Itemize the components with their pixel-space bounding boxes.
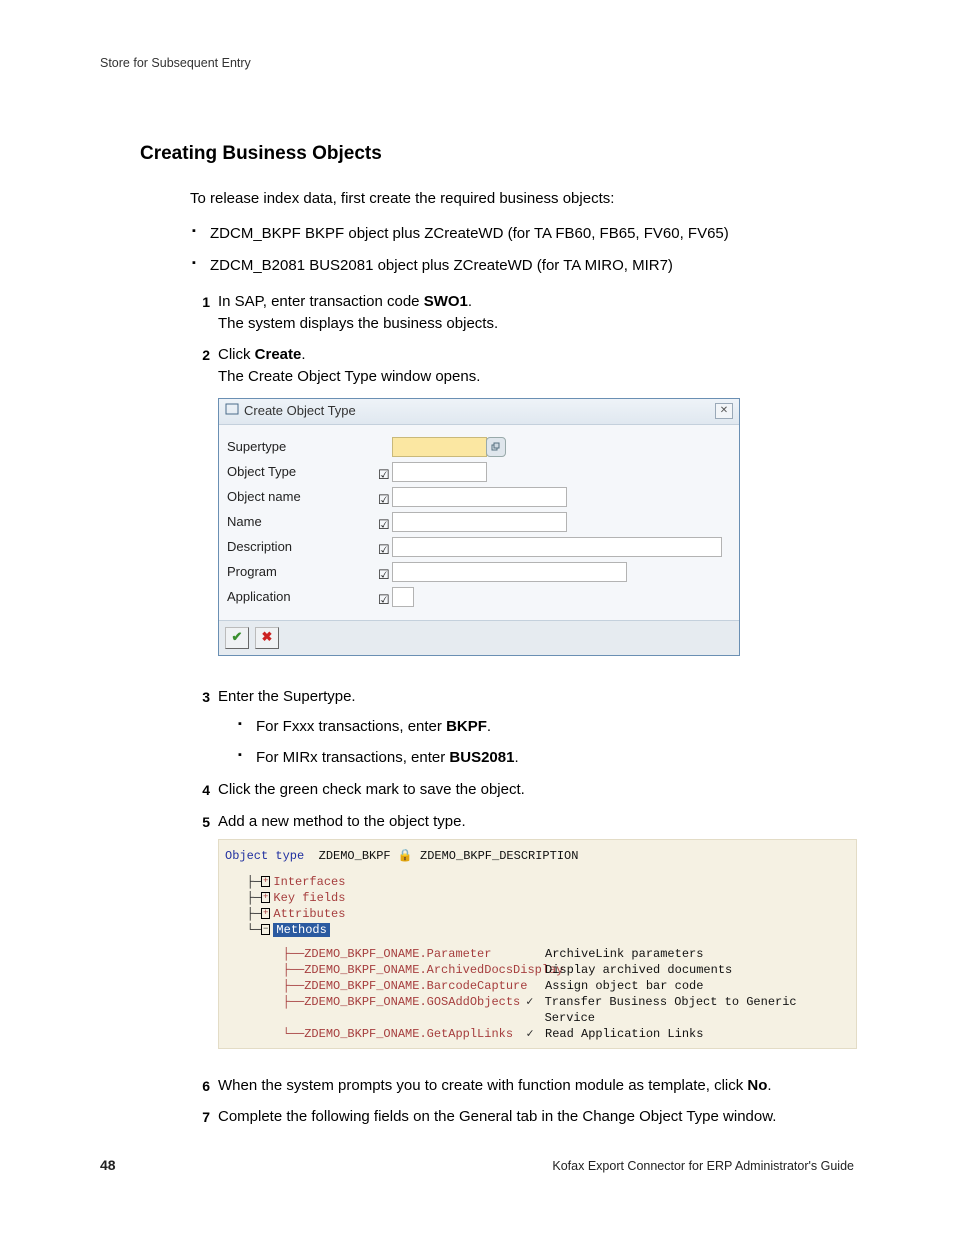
- label-object-type: Object Type: [227, 463, 392, 482]
- step-text: The Create Object Type window opens.: [218, 368, 480, 385]
- required-indicator-icon: ☑: [378, 516, 390, 535]
- page-footer: 48 Kofax Export Connector for ERP Admini…: [100, 1157, 854, 1173]
- method-row[interactable]: └──ZDEMO_BKPF_ONAME.GetApplLinks✓Read Ap…: [225, 1026, 850, 1042]
- input-program[interactable]: [392, 562, 627, 582]
- input-application[interactable]: [392, 587, 414, 607]
- step-6: 6 When the system prompts you to create …: [190, 1075, 854, 1097]
- business-object-builder: Object type ZDEMO_BKPF 🔒 ZDEMO_BKPF_DESC…: [218, 839, 857, 1049]
- label-supertype: Supertype: [227, 438, 392, 457]
- intro-paragraph: To release index data, first create the …: [190, 188, 854, 210]
- list-item: ZDCM_BKPF BKPF object plus ZCreateWD (fo…: [190, 223, 854, 245]
- page-number: 48: [100, 1157, 116, 1173]
- tree-node-keyfields[interactable]: ├─+Key fields: [225, 890, 850, 906]
- input-description[interactable]: [392, 537, 722, 557]
- step-number: 1: [190, 292, 210, 312]
- step-number: 3: [190, 687, 210, 707]
- input-object-type[interactable]: [392, 462, 487, 482]
- step-4: 4 Click the green check mark to save the…: [190, 779, 854, 801]
- tree-node-interfaces[interactable]: ├─+Interfaces: [225, 874, 850, 890]
- step-7: 7 Complete the following fields on the G…: [190, 1106, 854, 1128]
- step-text: Click the green check mark to save the o…: [218, 781, 525, 798]
- dialog-icon: [225, 402, 239, 421]
- input-object-name[interactable]: [392, 487, 567, 507]
- footer-doc-title: Kofax Export Connector for ERP Administr…: [552, 1159, 854, 1173]
- input-name[interactable]: [392, 512, 567, 532]
- close-icon[interactable]: ✕: [715, 403, 733, 419]
- step-text: Enter the Supertype.: [218, 688, 356, 705]
- step-2: 2 Click Create. The Create Object Type w…: [190, 344, 854, 655]
- step-number: 6: [190, 1076, 210, 1096]
- method-row[interactable]: ├──ZDEMO_BKPF_ONAME.ParameterArchiveLink…: [225, 946, 850, 962]
- step-number: 5: [190, 812, 210, 832]
- input-supertype[interactable]: [392, 437, 487, 457]
- step-number: 7: [190, 1107, 210, 1127]
- required-indicator-icon: ☑: [378, 466, 390, 485]
- create-object-type-dialog: Create Object Type ✕ Supertype: [218, 398, 740, 656]
- confirm-button[interactable]: ✔: [225, 627, 249, 649]
- method-row[interactable]: ├──ZDEMO_BKPF_ONAME.BarcodeCaptureAssign…: [225, 978, 850, 994]
- running-header: Store for Subsequent Entry: [100, 54, 854, 72]
- bob-header: Object type ZDEMO_BKPF 🔒 ZDEMO_BKPF_DESC…: [225, 848, 850, 864]
- step-text: The system displays the business objects…: [218, 315, 498, 332]
- required-indicator-icon: ☑: [378, 591, 390, 610]
- section-title: Creating Business Objects: [140, 140, 854, 168]
- step-text: Complete the following fields on the Gen…: [218, 1108, 776, 1125]
- check-icon: ✔: [232, 628, 243, 647]
- step-text: In SAP, enter transaction code SWO1.: [218, 293, 472, 310]
- list-item: For Fxxx transactions, enter BKPF.: [236, 716, 854, 738]
- label-description: Description: [227, 538, 392, 557]
- required-indicator-icon: ☑: [378, 541, 390, 560]
- label-object-name: Object name: [227, 488, 392, 507]
- method-row[interactable]: ├──ZDEMO_BKPF_ONAME.GOSAddObjects✓Transf…: [225, 994, 850, 1026]
- dialog-titlebar: Create Object Type ✕: [219, 399, 739, 425]
- cancel-button[interactable]: ✖: [255, 627, 279, 649]
- tree-node-attributes[interactable]: ├─+Attributes: [225, 906, 850, 922]
- step-5: 5 Add a new method to the object type. O…: [190, 811, 854, 1049]
- dialog-footer: ✔ ✖: [219, 620, 739, 655]
- step-3: 3 Enter the Supertype. For Fxxx transact…: [190, 686, 854, 769]
- list-item: For MIRx transactions, enter BUS2081.: [236, 747, 854, 769]
- step-number: 4: [190, 780, 210, 800]
- f4-help-button[interactable]: [486, 437, 506, 457]
- dialog-title: Create Object Type: [244, 402, 356, 421]
- label-application: Application: [227, 588, 392, 607]
- tree-node-methods[interactable]: └─−Methods: [225, 922, 850, 938]
- label-name: Name: [227, 513, 392, 532]
- step-number: 2: [190, 345, 210, 365]
- required-indicator-icon: ☑: [378, 491, 390, 510]
- step-text: Add a new method to the object type.: [218, 813, 466, 830]
- step-text: Click Create.: [218, 346, 306, 363]
- step-text: When the system prompts you to create wi…: [218, 1077, 772, 1094]
- required-indicator-icon: ☑: [378, 566, 390, 585]
- label-program: Program: [227, 563, 392, 582]
- required-objects-list: ZDCM_BKPF BKPF object plus ZCreateWD (fo…: [190, 223, 854, 277]
- lock-icon: 🔒: [398, 849, 413, 863]
- cancel-icon: ✖: [262, 628, 273, 647]
- method-row[interactable]: ├──ZDEMO_BKPF_ONAME.ArchivedDocsDisplayD…: [225, 962, 850, 978]
- step-1: 1 In SAP, enter transaction code SWO1. T…: [190, 291, 854, 335]
- list-item: ZDCM_B2081 BUS2081 object plus ZCreateWD…: [190, 255, 854, 277]
